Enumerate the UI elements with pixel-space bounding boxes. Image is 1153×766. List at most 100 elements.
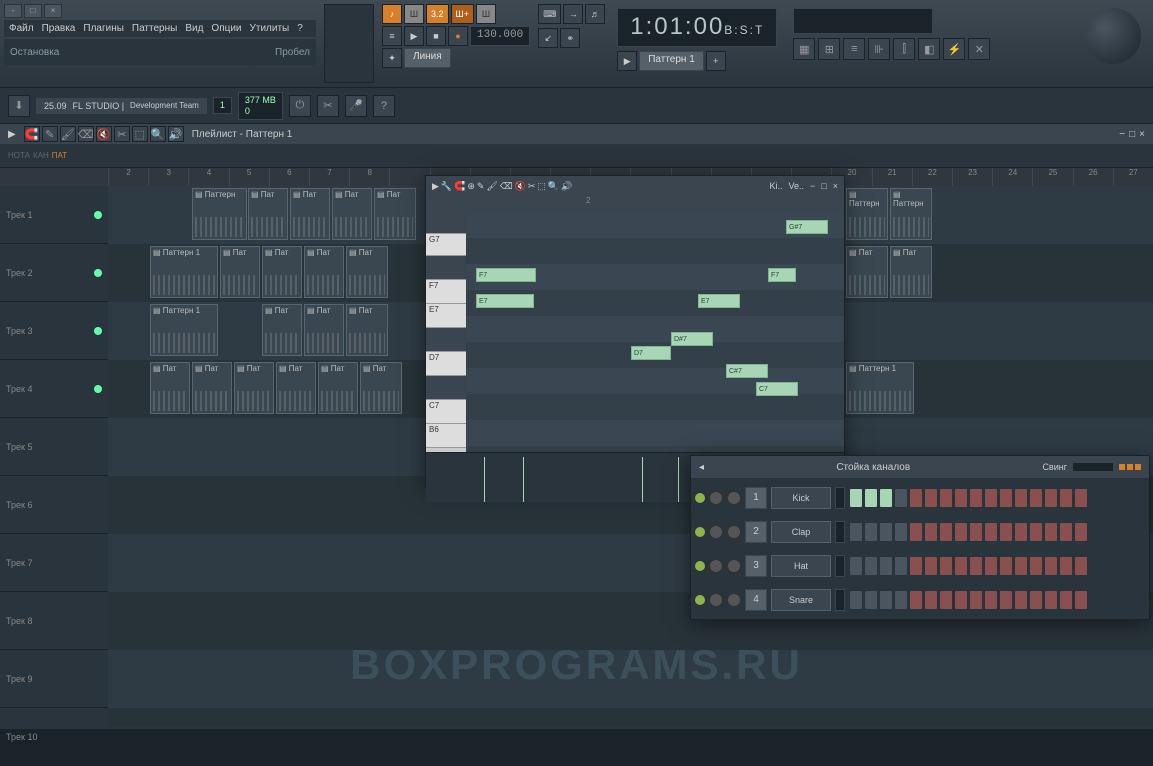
metronome-icon[interactable]: ♪ — [382, 4, 402, 24]
download-icon[interactable]: ⬇ — [8, 95, 30, 117]
channel-led[interactable] — [695, 493, 705, 503]
step-button[interactable] — [954, 522, 968, 542]
step-button[interactable] — [969, 590, 983, 610]
pattern-clip[interactable]: ▤ Пат — [248, 188, 288, 240]
pattern-clip[interactable]: ▤ Паттерн — [192, 188, 247, 240]
pattern-clip[interactable]: ▤ Паттерн 1 — [846, 362, 914, 414]
tab-pat[interactable]: ПАТ — [52, 151, 67, 160]
chain-icon[interactable]: ⚭ — [560, 28, 580, 48]
step-button[interactable] — [879, 590, 893, 610]
step-button[interactable] — [1059, 590, 1073, 610]
pattern-clip[interactable]: ▤ Паттерн 1 — [150, 304, 218, 356]
step-button[interactable] — [999, 556, 1013, 576]
step-button[interactable] — [1074, 556, 1088, 576]
midi-icon[interactable]: ♬ — [585, 4, 605, 24]
step-button[interactable] — [1029, 590, 1043, 610]
vol-knob[interactable] — [727, 559, 741, 573]
channel-name[interactable]: Hat — [771, 555, 831, 577]
tempo-display[interactable]: 130.000 — [470, 26, 530, 46]
pan-knob[interactable] — [709, 593, 723, 607]
track-header[interactable]: Трек 6 — [0, 476, 108, 534]
step-button[interactable] — [954, 556, 968, 576]
step-button[interactable] — [984, 488, 998, 508]
step-button[interactable] — [894, 590, 908, 610]
help-icon[interactable]: ? — [373, 95, 395, 117]
track-header[interactable]: Трек 10 — [0, 708, 108, 766]
step-button[interactable] — [999, 590, 1013, 610]
track-header[interactable]: Трек 4 — [0, 360, 108, 418]
plugin-view-icon[interactable]: ◧ — [918, 38, 940, 60]
typing-keyboard-icon[interactable]: ⌨ — [538, 4, 561, 24]
menu-view[interactable]: Вид — [182, 22, 206, 35]
note[interactable]: F7 — [476, 268, 536, 282]
pr-min-icon[interactable]: − — [810, 181, 815, 191]
pr-zoom-icon[interactable]: 🔍 — [548, 181, 559, 192]
snap-selector[interactable]: Линия — [404, 48, 451, 68]
pattern-clip[interactable]: ▤ Пат — [374, 188, 416, 240]
menu-edit[interactable]: Правка — [39, 22, 79, 35]
channel-num[interactable]: 4 — [745, 589, 767, 611]
swing-slider[interactable] — [1073, 463, 1113, 471]
loop-rec-icon[interactable]: Ш — [476, 4, 496, 24]
pr-pencil-icon[interactable]: ✎ — [477, 181, 485, 192]
pattern-selector[interactable]: Паттерн 1 — [639, 51, 704, 71]
pan-knob[interactable] — [709, 491, 723, 505]
pattern-clip[interactable]: ▤ Пат — [290, 188, 330, 240]
browser-view-icon[interactable]: ⫿ — [893, 38, 915, 60]
pattern-clip[interactable]: ▤ Пат — [220, 246, 260, 298]
track-header[interactable]: Трек 5 — [0, 418, 108, 476]
tab-kan[interactable]: КАН — [33, 151, 49, 160]
step-button[interactable] — [864, 488, 878, 508]
step-button[interactable] — [894, 522, 908, 542]
step-button[interactable] — [1029, 488, 1043, 508]
step-button[interactable] — [909, 488, 923, 508]
step-button[interactable] — [879, 556, 893, 576]
step-button[interactable] — [939, 522, 953, 542]
step-button[interactable] — [939, 590, 953, 610]
pr-magnet-icon[interactable]: 🧲 — [454, 181, 465, 192]
step-button[interactable] — [1059, 556, 1073, 576]
step-button[interactable] — [984, 522, 998, 542]
pr-slice-icon[interactable]: ✂ — [528, 181, 536, 192]
step-button[interactable] — [879, 522, 893, 542]
countdown-button[interactable]: 3.2 — [426, 4, 449, 24]
record-button[interactable]: ● — [448, 26, 468, 46]
pattern-clip[interactable]: ▤ Пат — [346, 246, 388, 298]
step-button[interactable] — [1044, 488, 1058, 508]
step-button[interactable] — [879, 488, 893, 508]
step-button[interactable] — [1014, 590, 1028, 610]
pr-select-icon[interactable]: ⬚ — [537, 181, 546, 192]
mixer-view-icon[interactable]: ⊪ — [868, 38, 890, 60]
pattern-clip[interactable]: ▤ Пат — [846, 246, 888, 298]
pattern-clip[interactable]: ▤ Пат — [262, 246, 302, 298]
track-header[interactable]: Трек 9 — [0, 650, 108, 708]
power-icon[interactable]: ⏻ — [289, 95, 311, 117]
pl-maximize-icon[interactable]: □ — [1129, 129, 1135, 140]
note[interactable]: G#7 — [786, 220, 828, 234]
step-button[interactable] — [909, 556, 923, 576]
pattern-clip[interactable]: ▤ Пат — [346, 304, 388, 356]
step-button[interactable] — [1014, 488, 1028, 508]
note[interactable]: C7 — [756, 382, 798, 396]
track-header[interactable]: Трек 7 — [0, 534, 108, 592]
time-display[interactable]: 1:01:00B:S:T — [617, 8, 777, 47]
step-button[interactable] — [864, 522, 878, 542]
step-button[interactable] — [924, 590, 938, 610]
step-button[interactable] — [864, 590, 878, 610]
track-header[interactable]: Трек 8 — [0, 592, 108, 650]
pencil-tool-icon[interactable]: ✎ — [42, 126, 58, 142]
channel-num[interactable]: 1 — [745, 487, 767, 509]
track-mode-icon[interactable]: ✦ — [382, 48, 402, 68]
playback-tool-icon[interactable]: 🔊 — [168, 126, 184, 142]
select-tool-icon[interactable]: ⬚ — [132, 126, 148, 142]
channel-name[interactable]: Kick — [771, 487, 831, 509]
step-button[interactable] — [924, 556, 938, 576]
menu-help[interactable]: ? — [294, 22, 306, 35]
note[interactable]: E7 — [476, 294, 534, 308]
step-button[interactable] — [954, 488, 968, 508]
menu-patterns[interactable]: Паттерны — [129, 22, 180, 35]
menu-file[interactable]: Файл — [6, 22, 37, 35]
step-button[interactable] — [864, 556, 878, 576]
step-button[interactable] — [909, 522, 923, 542]
zoom-tool-icon[interactable]: 🔍 — [150, 126, 166, 142]
